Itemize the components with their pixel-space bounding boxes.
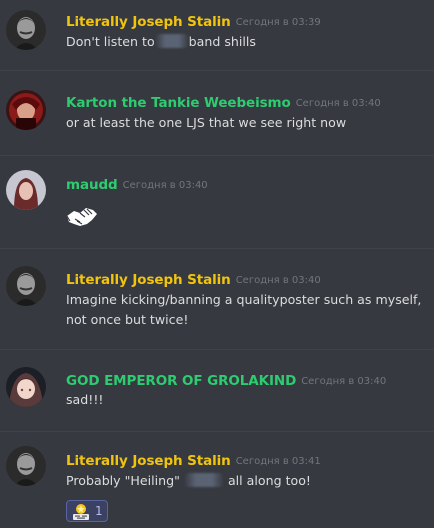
author-name[interactable]: Karton the Tankie Weebeismo	[66, 95, 291, 111]
avatar[interactable]	[6, 446, 46, 486]
avatar[interactable]	[6, 170, 46, 210]
timestamp: Сегодня в 03:40	[295, 98, 381, 109]
author-name[interactable]: GOD EMPEROR OF GROLAKIND	[66, 373, 296, 389]
divider	[0, 155, 434, 156]
author-name[interactable]: Literally Joseph Stalin	[66, 272, 231, 288]
timestamp: Сегодня в 03:39	[235, 17, 321, 28]
avatar[interactable]	[6, 367, 46, 407]
divider	[0, 248, 434, 249]
reaction-count: 1	[95, 504, 103, 518]
timestamp: Сегодня в 03:41	[235, 456, 321, 467]
author-name[interactable]: Literally Joseph Stalin	[66, 14, 231, 30]
message-text: Don't listen to band shills	[66, 34, 256, 49]
redacted-blur	[154, 34, 189, 48]
redacted-blur	[183, 473, 224, 487]
avatar[interactable]	[6, 90, 46, 130]
message-text: Probably "Heiling" all along too!	[66, 473, 311, 488]
author-name[interactable]: maudd	[66, 177, 118, 193]
divider	[0, 349, 434, 350]
reaction-button[interactable]: 1	[66, 500, 108, 522]
timestamp: Сегодня в 03:40	[235, 275, 321, 286]
you-tried-icon	[72, 503, 90, 521]
author-name[interactable]: Literally Joseph Stalin	[66, 453, 231, 469]
timestamp: Сегодня в 03:40	[301, 376, 387, 387]
divider	[0, 70, 434, 71]
divider	[0, 431, 434, 432]
message-text: sad!!!	[66, 392, 104, 407]
timestamp: Сегодня в 03:40	[122, 180, 208, 191]
message-text: or at least the one LJS that we see righ…	[66, 115, 347, 130]
avatar[interactable]	[6, 10, 46, 50]
handshake-emoji	[66, 202, 98, 228]
avatar[interactable]	[6, 266, 46, 306]
message-text: Imagine kicking/banning a qualityposter …	[66, 292, 422, 327]
